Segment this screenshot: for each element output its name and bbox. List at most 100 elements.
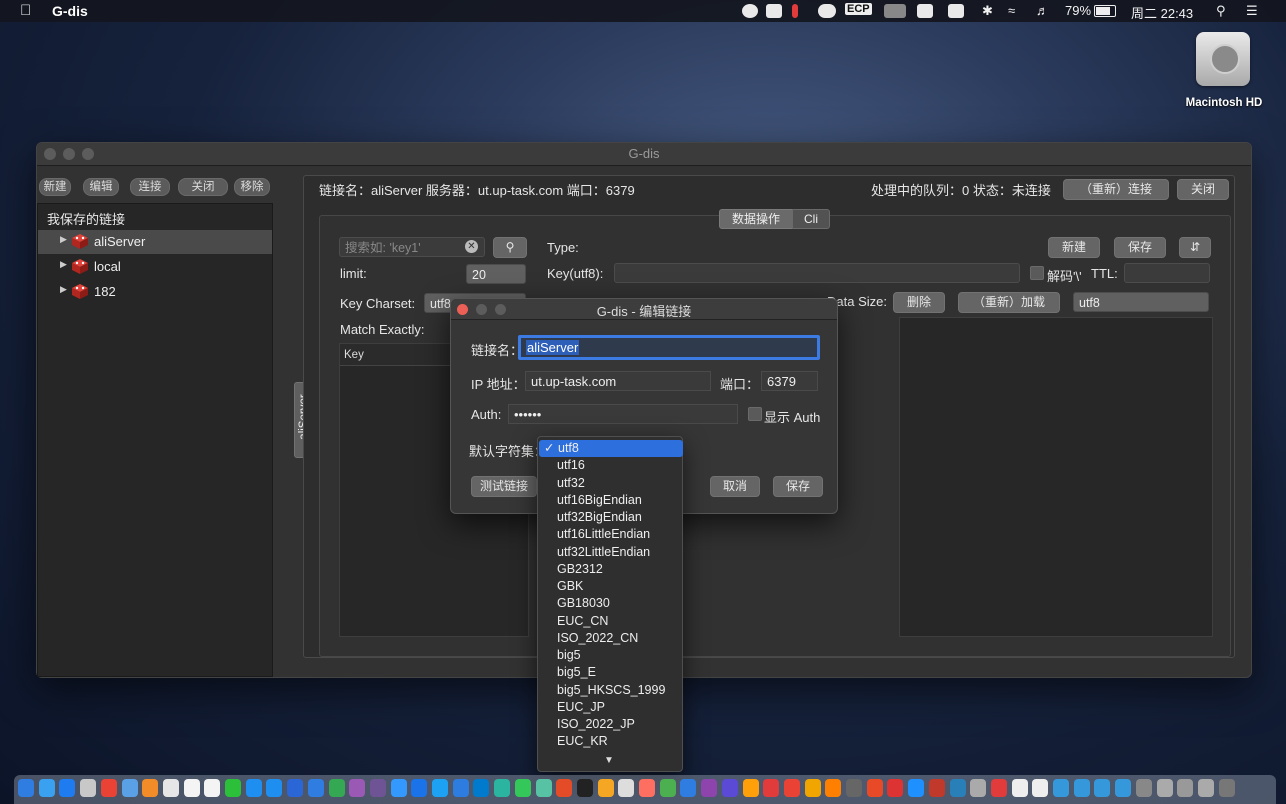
dock-app-icon[interactable] <box>825 779 842 797</box>
save-button[interactable]: 保存 <box>773 476 823 497</box>
new-link-button[interactable]: 新建 <box>39 178 71 196</box>
close-connection-button[interactable]: 关闭 <box>1177 179 1229 200</box>
dock-app-icon[interactable] <box>1135 779 1152 797</box>
dock-app-icon[interactable] <box>908 779 925 797</box>
dock-app-icon[interactable] <box>287 779 304 797</box>
dock-app-icon[interactable] <box>639 779 655 797</box>
reload-button[interactable]: （重新）加载 <box>958 292 1060 313</box>
auth-input[interactable]: •••••• <box>508 404 738 424</box>
dock-app-icon[interactable] <box>245 779 262 797</box>
value-editor[interactable] <box>899 317 1213 637</box>
dock-app-icon[interactable] <box>204 779 221 797</box>
charset-dropdown-menu[interactable]: ✓ utf8 utf16 utf32 utf16BigEndian utf32BigEnd… <box>537 436 683 772</box>
dock-app-icon[interactable] <box>452 779 469 797</box>
hard-drive-icon[interactable] <box>1196 32 1250 86</box>
reconnect-button[interactable]: （重新）连接 <box>1063 179 1169 200</box>
cancel-button[interactable]: 取消 <box>710 476 760 497</box>
dock-app-icon[interactable] <box>432 779 448 797</box>
dock-app-icon[interactable] <box>701 779 718 797</box>
dock-app-icon[interactable] <box>1218 779 1235 797</box>
limit-stepper[interactable]: 20 <box>466 264 526 284</box>
dock-app-icon[interactable] <box>411 779 428 797</box>
dock-app-icon[interactable] <box>121 779 138 797</box>
charset-option[interactable]: utf32 <box>538 475 682 492</box>
disclosure-triangle-icon[interactable]: ▶ <box>60 284 67 295</box>
dock-app-icon[interactable] <box>390 779 407 797</box>
dock-app-icon[interactable] <box>680 779 697 797</box>
charset-option[interactable]: GB2312 <box>538 561 682 578</box>
ttl-input[interactable] <box>1124 263 1210 283</box>
dock-app-icon[interactable] <box>59 779 76 797</box>
key-input[interactable] <box>614 263 1020 283</box>
dock-app-icon[interactable] <box>1011 779 1028 797</box>
edit-link-button[interactable]: 编辑 <box>83 178 119 196</box>
dock-app-icon[interactable] <box>1094 779 1111 797</box>
dock-app-icon[interactable] <box>38 779 55 797</box>
dock-app-icon[interactable] <box>80 779 97 797</box>
tray-edit-icon[interactable] <box>766 4 782 18</box>
dock-app-icon[interactable] <box>1115 779 1132 797</box>
delete-button[interactable]: 删除 <box>893 292 945 313</box>
charset-option[interactable]: utf16LittleEndian <box>538 526 682 543</box>
type-select[interactable]: ⇵ <box>1179 237 1211 258</box>
dock-app-icon[interactable] <box>597 779 614 797</box>
decode-checkbox[interactable] <box>1030 266 1044 280</box>
dock-app-icon[interactable] <box>804 779 821 797</box>
sidebar-item-182[interactable]: ▶ 182 <box>38 280 272 304</box>
dock-app-icon[interactable] <box>721 779 738 797</box>
charset-option[interactable]: EUC_KR <box>538 733 682 750</box>
sidebar-item-aliserver[interactable]: ▶ aliServer <box>38 230 272 254</box>
charset-option[interactable]: utf32LittleEndian <box>538 544 682 561</box>
dock-app-icon[interactable] <box>183 779 200 797</box>
dock-app-icon[interactable] <box>307 779 324 797</box>
tray-mountain-icon[interactable] <box>884 4 906 18</box>
dock-app-icon[interactable] <box>783 779 800 797</box>
save-key-button[interactable]: 保存 <box>1114 237 1166 258</box>
charset-option[interactable]: big5_E <box>538 664 682 681</box>
charset-option[interactable]: EUC_JP <box>538 699 682 716</box>
dock-app-icon[interactable] <box>970 779 987 797</box>
tray-input-icon[interactable] <box>948 4 964 18</box>
charset-option[interactable]: ISO_2022_JP <box>538 716 682 733</box>
clear-search-icon[interactable]: ✕ <box>465 240 478 253</box>
dock-app-icon[interactable] <box>1053 779 1069 797</box>
dock-app-icon[interactable] <box>1197 779 1214 797</box>
charset-option[interactable]: utf16 <box>538 457 682 474</box>
dock-app-icon[interactable] <box>928 779 945 797</box>
dock-app-icon[interactable] <box>473 779 490 797</box>
value-charset-select[interactable]: utf8 <box>1073 292 1209 312</box>
charset-option[interactable]: utf16BigEndian <box>538 492 682 509</box>
disclosure-triangle-icon[interactable]: ▶ <box>60 234 67 245</box>
dock-app-icon[interactable] <box>866 779 883 797</box>
name-input[interactable]: aliServer <box>518 335 820 360</box>
dock-app-icon[interactable] <box>1156 779 1173 797</box>
sidebar-item-local[interactable]: ▶ local <box>38 255 272 279</box>
charset-option[interactable]: GBK <box>538 578 682 595</box>
clock[interactable]: 周二 22:43 <box>1131 3 1193 22</box>
tray-app-icon[interactable] <box>742 4 758 18</box>
spotlight-icon[interactable]: ⚲ <box>1216 3 1226 19</box>
dock-app-icon[interactable] <box>659 779 676 797</box>
search-button[interactable]: ⚲ <box>493 237 527 258</box>
tab-cli[interactable]: Cli <box>792 209 830 229</box>
dock-app-icon[interactable] <box>18 779 34 797</box>
charset-option[interactable]: big5 <box>538 647 682 664</box>
dock-app-icon[interactable] <box>535 779 552 797</box>
show-auth-checkbox[interactable] <box>748 407 762 421</box>
dock-app-icon[interactable] <box>162 779 179 797</box>
volume-icon[interactable]: ♬ <box>1036 3 1049 18</box>
dock-app-icon[interactable] <box>556 779 573 797</box>
charset-option[interactable]: EUC_CN <box>538 613 682 630</box>
battery-icon[interactable] <box>1094 5 1116 17</box>
ecp-badge[interactable]: ECP <box>845 3 872 15</box>
dock-app-icon[interactable] <box>618 779 635 797</box>
bluetooth-icon[interactable]: ✱ <box>982 3 993 19</box>
charset-option[interactable]: big5_HKSCS_1999 <box>538 682 682 699</box>
port-input[interactable]: 6379 <box>761 371 818 391</box>
dock-app-icon[interactable] <box>514 779 531 797</box>
dock-app-icon[interactable] <box>763 779 780 797</box>
notification-center-icon[interactable]: ☰ <box>1246 3 1258 19</box>
dock-app-icon[interactable] <box>949 779 966 797</box>
dock-app-icon[interactable] <box>494 779 511 797</box>
dock-app-icon[interactable] <box>846 779 862 797</box>
